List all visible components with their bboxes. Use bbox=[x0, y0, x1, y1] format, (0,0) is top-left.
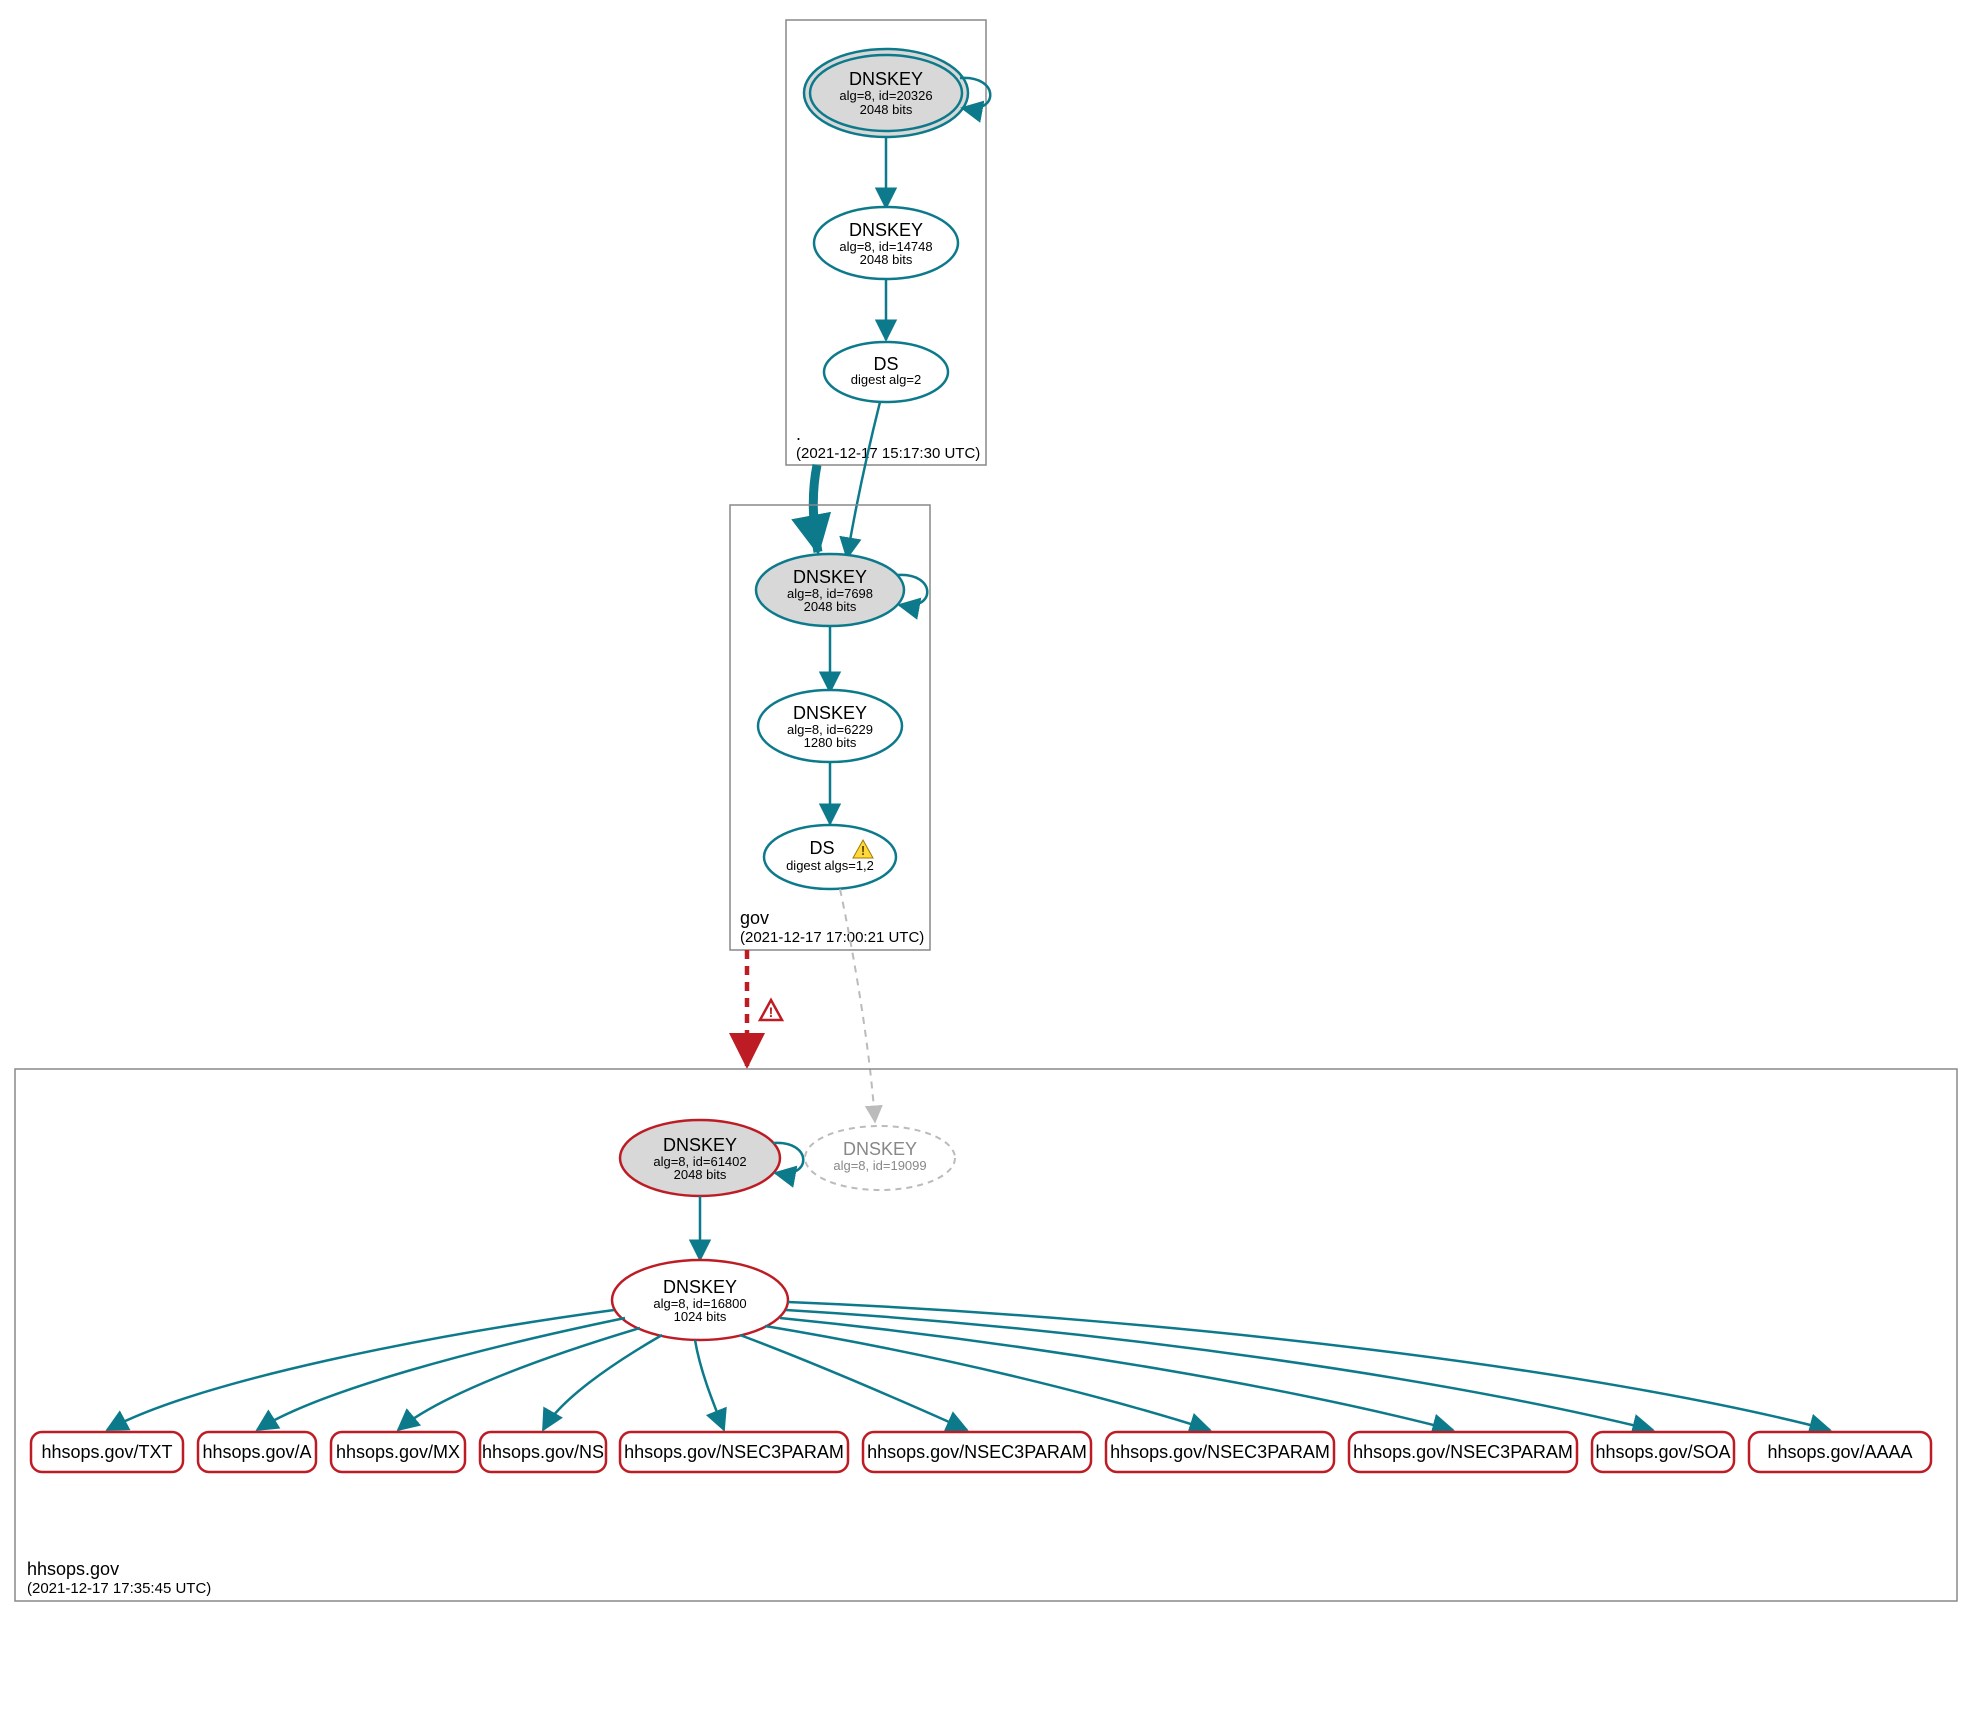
svg-text:DNSKEY: DNSKEY bbox=[849, 220, 923, 240]
svg-text:2048 bits: 2048 bits bbox=[804, 599, 857, 614]
zone-gov-ts: (2021-12-17 17:00:21 UTC) bbox=[740, 929, 924, 946]
edge-ds-to-7698 bbox=[847, 402, 880, 558]
dnssec-diagram: . (2021-12-17 15:17:30 UTC) DNSKEY alg=8… bbox=[0, 0, 1972, 1711]
rrsets: hhsops.gov/TXT hhsops.gov/A hhsops.gov/M… bbox=[31, 1302, 1931, 1472]
zone-hhsops: hhsops.gov (2021-12-17 17:35:45 UTC) DNS… bbox=[15, 1069, 1957, 1601]
node-dnskey-19099: DNSKEY alg=8, id=19099 bbox=[805, 1126, 955, 1190]
svg-text:hhsops.gov/NSEC3PARAM: hhsops.gov/NSEC3PARAM bbox=[1110, 1442, 1330, 1462]
svg-text:2048 bits: 2048 bits bbox=[860, 252, 913, 267]
svg-text:hhsops.gov/NSEC3PARAM: hhsops.gov/NSEC3PARAM bbox=[1353, 1442, 1573, 1462]
node-dnskey-14748: DNSKEY alg=8, id=14748 2048 bits bbox=[814, 207, 958, 279]
svg-text:2048 bits: 2048 bits bbox=[674, 1167, 727, 1182]
svg-text:DNSKEY: DNSKEY bbox=[663, 1135, 737, 1155]
svg-text:2048 bits: 2048 bits bbox=[860, 102, 913, 117]
svg-text:!: ! bbox=[861, 843, 865, 858]
zone-hhsops-label: hhsops.gov bbox=[27, 1559, 119, 1579]
node-ds-root: DS digest alg=2 bbox=[824, 342, 948, 402]
svg-text:DS: DS bbox=[809, 838, 834, 858]
svg-text:!: ! bbox=[769, 1004, 774, 1020]
svg-text:DNSKEY: DNSKEY bbox=[793, 703, 867, 723]
svg-text:digest alg=2: digest alg=2 bbox=[851, 372, 921, 387]
svg-text:hhsops.gov/TXT: hhsops.gov/TXT bbox=[41, 1442, 172, 1462]
edge-ds-to-19099 bbox=[840, 889, 875, 1122]
svg-text:DS: DS bbox=[873, 354, 898, 374]
svg-text:hhsops.gov/MX: hhsops.gov/MX bbox=[336, 1442, 460, 1462]
svg-text:alg=8, id=20326: alg=8, id=20326 bbox=[839, 88, 932, 103]
svg-text:alg=8, id=19099: alg=8, id=19099 bbox=[833, 1158, 926, 1173]
node-dnskey-6229: DNSKEY alg=8, id=6229 1280 bits bbox=[758, 690, 902, 762]
zone-root-label: . bbox=[796, 424, 801, 444]
svg-text:digest algs=1,2: digest algs=1,2 bbox=[786, 858, 874, 873]
node-dnskey-61402: DNSKEY alg=8, id=61402 2048 bits bbox=[620, 1120, 780, 1196]
svg-text:DNSKEY: DNSKEY bbox=[849, 69, 923, 89]
zone-root: . (2021-12-17 15:17:30 UTC) DNSKEY alg=8… bbox=[786, 20, 990, 465]
svg-text:1024 bits: 1024 bits bbox=[674, 1309, 727, 1324]
node-ds-gov: DS digest algs=1,2 ! bbox=[764, 825, 896, 889]
zone-root-ts: (2021-12-17 15:17:30 UTC) bbox=[796, 445, 980, 462]
node-dnskey-20326: DNSKEY alg=8, id=20326 2048 bits bbox=[804, 49, 968, 137]
svg-text:hhsops.gov/NSEC3PARAM: hhsops.gov/NSEC3PARAM bbox=[867, 1442, 1087, 1462]
zone-hhsops-ts: (2021-12-17 17:35:45 UTC) bbox=[27, 1580, 211, 1597]
error-icon: ! bbox=[760, 1000, 782, 1020]
svg-text:hhsops.gov/AAAA: hhsops.gov/AAAA bbox=[1767, 1442, 1912, 1462]
svg-text:1280 bits: 1280 bits bbox=[804, 735, 857, 750]
svg-text:hhsops.gov/A: hhsops.gov/A bbox=[202, 1442, 311, 1462]
svg-text:hhsops.gov/NSEC3PARAM: hhsops.gov/NSEC3PARAM bbox=[624, 1442, 844, 1462]
edge-root-gov-deleg bbox=[813, 465, 818, 552]
svg-text:hhsops.gov/SOA: hhsops.gov/SOA bbox=[1595, 1442, 1730, 1462]
zone-gov-label: gov bbox=[740, 908, 769, 928]
node-dnskey-7698: DNSKEY alg=8, id=7698 2048 bits bbox=[756, 554, 904, 626]
svg-text:DNSKEY: DNSKEY bbox=[793, 567, 867, 587]
svg-text:hhsops.gov/NS: hhsops.gov/NS bbox=[482, 1442, 604, 1462]
svg-text:DNSKEY: DNSKEY bbox=[843, 1139, 917, 1159]
zone-gov: gov (2021-12-17 17:00:21 UTC) DNSKEY alg… bbox=[730, 505, 930, 950]
svg-text:DNSKEY: DNSKEY bbox=[663, 1277, 737, 1297]
